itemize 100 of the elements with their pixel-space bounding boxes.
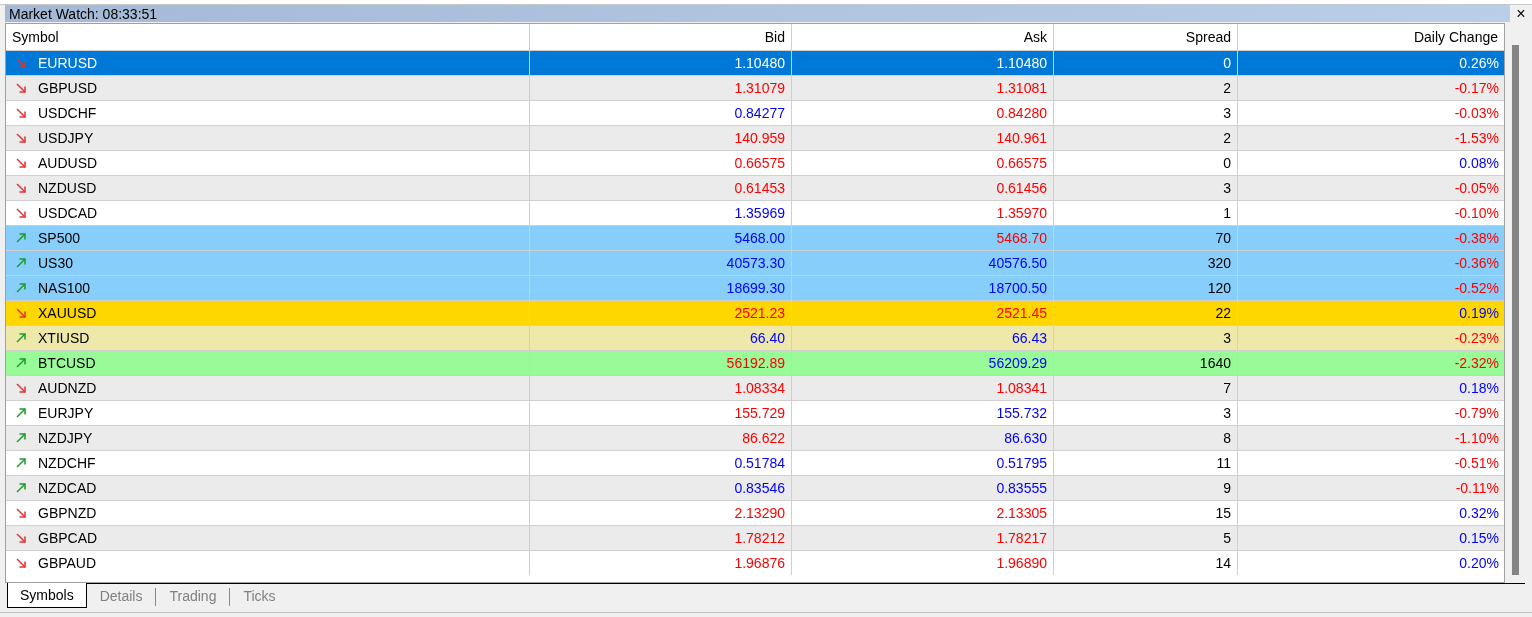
table-row[interactable]: SP500 5468.00 5468.70 70 -0.38%	[6, 225, 1504, 250]
tab[interactable]: Trading	[156, 584, 230, 609]
ask-cell-text: 2.13305	[996, 503, 1047, 523]
daily-change-cell-text: -1.10%	[1454, 428, 1499, 448]
symbol-cell-text: AUDUSD	[38, 153, 98, 173]
spread-cell-text: 3	[1223, 178, 1231, 198]
spread-cell-text: 3	[1223, 328, 1231, 348]
spread-cell-text: 5	[1223, 528, 1231, 548]
spread-cell-text: 3	[1223, 403, 1231, 423]
ask-cell-text: 0.66575	[996, 153, 1047, 173]
symbol-cell-text: NZDUSD	[38, 178, 97, 198]
bid-cell-text: 1.31079	[734, 78, 785, 98]
ask-cell-text: 1.31081	[996, 78, 1047, 98]
table-row[interactable]: GBPUSD 1.31079 1.31081 2 -0.17%	[6, 75, 1504, 100]
daily-change-cell-text: -0.38%	[1454, 228, 1499, 248]
symbol-cell-text: USDCHF	[38, 103, 97, 123]
bid-cell-text: 1.96876	[734, 553, 785, 573]
symbol-cell-text: GBPNZD	[38, 503, 97, 523]
symbol-cell-text: XTIUSD	[38, 328, 90, 348]
table-row[interactable]: XTIUSD 66.40 66.43 3 -0.23%	[6, 325, 1504, 350]
symbol-cell-text: NZDJPY	[38, 428, 93, 448]
spread-cell-text: 9	[1223, 478, 1231, 498]
daily-change-cell-text: -0.05%	[1454, 178, 1499, 198]
bid-cell-text: 140.959	[734, 128, 785, 148]
spread-cell-text: 1640	[1199, 353, 1231, 373]
daily-change-cell-text: -0.79%	[1454, 403, 1499, 423]
symbol-cell-text: AUDNZD	[38, 378, 97, 398]
symbol-cell-text: GBPAUD	[38, 553, 97, 573]
spread-cell-text: 120	[1207, 278, 1231, 298]
bid-cell-text: 1.10480	[734, 53, 785, 73]
spread-cell-text: 15	[1215, 503, 1231, 523]
daily-change-cell-text: -0.03%	[1454, 103, 1499, 123]
table-row[interactable]: NAS100 18699.30 18700.50 120 -0.52%	[6, 275, 1504, 300]
bid-cell-text: 2.13290	[734, 503, 785, 523]
symbol-cell-text: US30	[38, 253, 74, 273]
tab[interactable]: Details	[86, 584, 156, 609]
spread-cell-text: 70	[1215, 228, 1231, 248]
table-row[interactable]: AUDUSD 0.66575 0.66575 0 0.08%	[6, 150, 1504, 175]
spread-cell-text: 2	[1223, 128, 1231, 148]
bid-cell-text: 5468.00	[734, 228, 785, 248]
bid-cell-text: 0.83546	[734, 478, 785, 498]
table-row[interactable]: NZDUSD 0.61453 0.61456 3 -0.05%	[6, 175, 1504, 200]
ask-cell-text: 18700.50	[988, 278, 1047, 298]
symbol-cell-text: GBPUSD	[38, 78, 98, 98]
tab[interactable]: Ticks	[230, 584, 289, 609]
bid-cell-text: 2521.23	[734, 303, 785, 323]
daily-change-cell-text: -2.32%	[1454, 353, 1499, 373]
spread-cell-text: 22	[1215, 303, 1231, 323]
table-row[interactable]: BTCUSD 56192.89 56209.29 1640 -2.32%	[6, 350, 1504, 375]
bid-cell-text: 66.40	[749, 328, 785, 348]
table-row[interactable]: EURJPY 155.729 155.732 3 -0.79%	[6, 400, 1504, 425]
daily-change-cell-text: -0.36%	[1454, 253, 1499, 273]
table-row[interactable]: GBPNZD 2.13290 2.13305 15 0.32%	[6, 500, 1504, 525]
daily-change-cell-text: -0.10%	[1454, 203, 1499, 223]
symbol-cell-text: SP500	[38, 228, 81, 248]
daily-change-cell-text: 0.18%	[1459, 378, 1499, 398]
ask-cell-text: 1.10480	[996, 53, 1047, 73]
symbol-cell-text: XAUUSD	[38, 303, 97, 323]
ask-cell-text: 140.961	[996, 128, 1047, 148]
table-row[interactable]: EURUSD 1.10480 1.10480 0 0.26%	[6, 50, 1504, 75]
table-row[interactable]: XAUUSD 2521.23 2521.45 22 0.19%	[6, 300, 1504, 325]
bid-cell-text: 0.84277	[734, 103, 785, 123]
symbol-cell-text: BTCUSD	[38, 353, 96, 373]
bid-cell-text: 40573.30	[726, 253, 785, 273]
spread-cell-text: 7	[1223, 378, 1231, 398]
symbol-cell-text: NZDCAD	[38, 478, 97, 498]
spread-cell-text: 1	[1223, 203, 1231, 223]
table-row[interactable]: GBPAUD 1.96876 1.96890 14 0.20%	[6, 550, 1504, 575]
symbol-cell-text: GBPCAD	[38, 528, 98, 548]
daily-change-cell-text: -0.17%	[1454, 78, 1499, 98]
table-row[interactable]: USDCHF 0.84277 0.84280 3 -0.03%	[6, 100, 1504, 125]
daily-change-cell-text: -0.11%	[1455, 478, 1499, 498]
tab[interactable]: Symbols	[7, 583, 87, 608]
ask-cell-text: 2521.45	[996, 303, 1047, 323]
bid-cell-text: 18699.30	[726, 278, 785, 298]
ask-cell-text: 40576.50	[988, 253, 1047, 273]
spread-cell-text: 320	[1207, 253, 1231, 273]
ask-cell-text: 1.78217	[996, 528, 1047, 548]
spread-cell-text: 11	[1216, 453, 1231, 473]
table-row[interactable]: GBPCAD 1.78212 1.78217 5 0.15%	[6, 525, 1504, 550]
bid-cell-text: 0.61453	[734, 178, 785, 198]
spread-cell-text: 14	[1215, 553, 1231, 573]
symbol-cell-text: USDCAD	[38, 203, 98, 223]
close-button[interactable]: ×	[1514, 5, 1528, 22]
bid-cell-text: 1.78212	[734, 528, 785, 548]
table-row[interactable]: USDJPY 140.959 140.961 2 -1.53%	[6, 125, 1504, 150]
daily-change-cell-text: 0.20%	[1459, 553, 1499, 573]
table-row[interactable]: US30 40573.30 40576.50 320 -0.36%	[6, 250, 1504, 275]
daily-change-cell-text: 0.15%	[1459, 528, 1499, 548]
table-row[interactable]: AUDNZD 1.08334 1.08341 7 0.18%	[6, 375, 1504, 400]
table-row[interactable]: NZDCHF 0.51784 0.51795 11 -0.51%	[6, 450, 1504, 475]
daily-change-cell-text: -0.52%	[1454, 278, 1499, 298]
table-row[interactable]: NZDCAD 0.83546 0.83555 9 -0.11%	[6, 475, 1504, 500]
daily-change-cell-text: -0.23%	[1454, 328, 1499, 348]
table-row[interactable]: USDCAD 1.35969 1.35970 1 -0.10%	[6, 200, 1504, 225]
bid-cell-text: 0.66575	[734, 153, 785, 173]
panel-title: Market Watch: 08:33:51	[9, 6, 158, 21]
ask-cell-text: 56209.29	[988, 353, 1047, 373]
scrollbar-thumb[interactable]	[1511, 45, 1519, 575]
table-row[interactable]: NZDJPY 86.622 86.630 8 -1.10%	[6, 425, 1504, 450]
